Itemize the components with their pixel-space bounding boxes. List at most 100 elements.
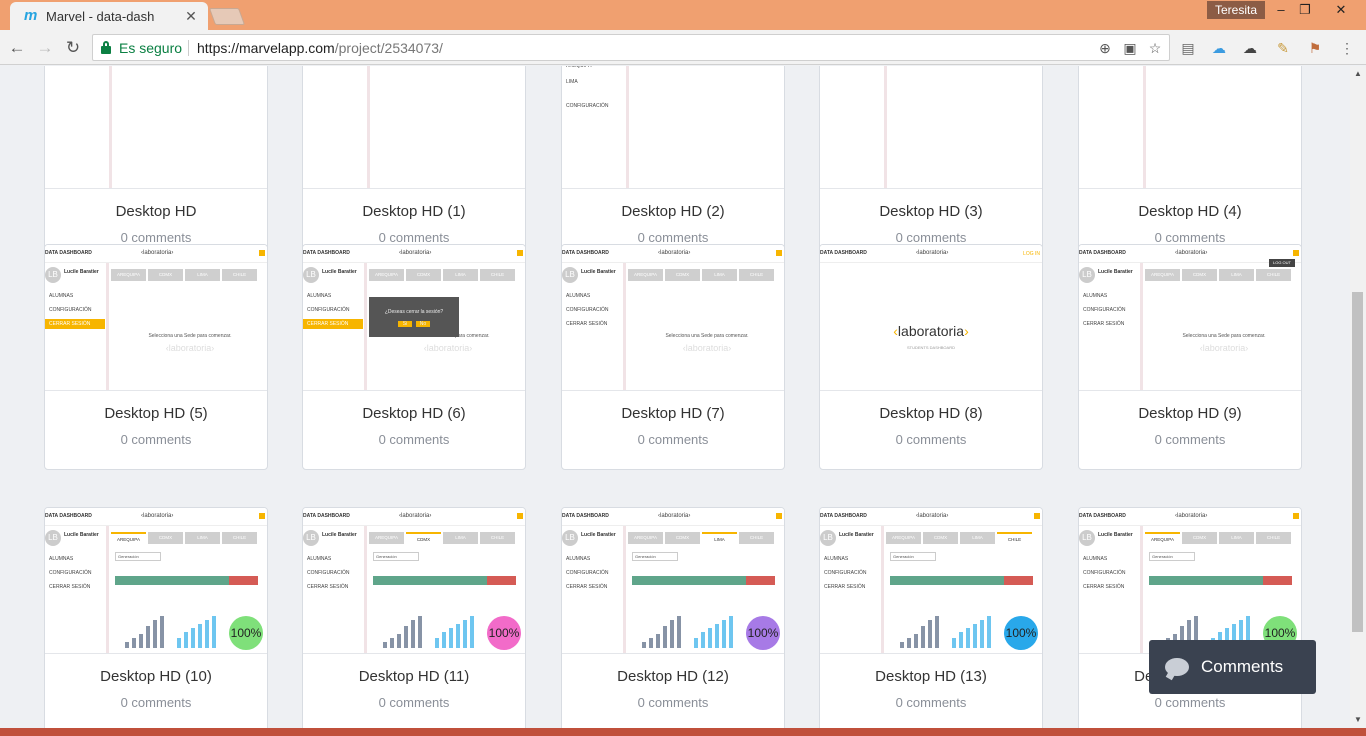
screen-thumbnail[interactable]: DATA DASHBOARD ‹laboratoria› LB Lucile Bara… (303, 245, 525, 391)
scroll-down-icon[interactable]: ▼ (1350, 712, 1366, 728)
thumb-sede-tab: CDMX (923, 532, 958, 544)
thumb-user-name: Lucile Baratier (1098, 269, 1133, 275)
extension-eyedropper-icon[interactable]: ✎ (1273, 38, 1293, 58)
screen-card[interactable]: DATA DASHBOARD ‹laboratoria› LB Lucile Bara… (1078, 507, 1302, 728)
thumb-menu-item: CERRAR SESIÓN (1083, 321, 1125, 327)
thumb-menu-item: CONFIGURACIÓN (1083, 307, 1126, 313)
screen-thumbnail[interactable]: DATA DASHBOARD ‹laboratoria› LB Lucile Bara… (562, 245, 784, 391)
screen-card[interactable]: Selecciona una Sede para comenzar.‹labor… (44, 66, 268, 268)
page-scrollbar[interactable]: ▲ ▼ (1350, 66, 1366, 728)
thumb-user-name: Lucile Baratier (839, 532, 874, 538)
screen-thumbnail[interactable]: Selecciona una Sede para comenzar.‹labor… (45, 66, 267, 189)
thumb-chart-bar (935, 616, 939, 648)
scroll-thumb[interactable] (1352, 292, 1363, 632)
close-window-button[interactable]: ✕ (1326, 0, 1356, 20)
screen-title[interactable]: Desktop HD (2) (562, 203, 784, 220)
profile-chip[interactable]: Teresita (1207, 1, 1266, 19)
thumb-sede-tab: CHILE (480, 532, 515, 544)
screen-title[interactable]: Desktop HD (7) (562, 405, 784, 422)
thumb-logout-tooltip: LOG OUT (1269, 259, 1295, 267)
thumb-sede-tab: CDMX (1182, 269, 1217, 281)
extension-flag-icon[interactable]: ⚑ (1305, 38, 1325, 58)
screen-card[interactable]: Selecciona una Sede para comenzar.‹labor… (1078, 66, 1302, 268)
thumb-logo: ‹laboratoria› (399, 250, 432, 256)
screen-card[interactable]: DATA DASHBOARD ‹laboratoria› LB Lucile Bara… (302, 507, 526, 728)
thumb-menu-item: ALUMNAS (566, 293, 591, 299)
address-bar[interactable]: Es seguro https://marvelapp.com/project/… (92, 34, 1170, 61)
screen-card[interactable]: DATA DASHBOARD ‹laboratoria› LB Lucile Bara… (819, 507, 1043, 728)
thumb-menu-icon (259, 513, 265, 519)
screen-title[interactable]: Desktop HD (3) (820, 203, 1042, 220)
thumb-dashboard-label: DATA DASHBOARD (303, 513, 350, 519)
reload-icon[interactable]: ↻ (62, 37, 84, 59)
screen-thumbnail[interactable]: DATA DASHBOARD ‹laboratoria› LB Lucile Bara… (1079, 245, 1301, 391)
screen-title[interactable]: Desktop HD (4) (1079, 203, 1301, 220)
screen-title[interactable]: Desktop HD (12) (562, 668, 784, 685)
thumb-chart-bar (418, 616, 422, 648)
screen-title[interactable]: Desktop HD (5) (45, 405, 267, 422)
screen-thumbnail[interactable]: DATA DASHBOARD ‹laboratoria› LB Lucile Bara… (820, 508, 1042, 654)
thumb-sede-tab: AREQUIPA (1145, 532, 1180, 544)
screen-title[interactable]: Desktop HD (13) (820, 668, 1042, 685)
screen-card[interactable]: DATA DASHBOARD ‹laboratoria› LB Lucile Bara… (302, 244, 526, 470)
screen-thumbnail[interactable]: Selecciona una Sede para comenzar.‹labor… (1079, 66, 1301, 189)
scroll-up-icon[interactable]: ▲ (1350, 66, 1366, 82)
thumb-chart-bar (694, 638, 698, 648)
comments-button[interactable]: Comments (1149, 640, 1316, 694)
screen-title[interactable]: Desktop HD (11) (303, 668, 525, 685)
screen-card[interactable]: Selecciona una Sede para comenzar.‹labor… (302, 66, 526, 268)
extension-cloud-icon[interactable]: ☁ (1209, 38, 1229, 58)
translate-icon[interactable]: ▣ (1121, 39, 1139, 57)
screen-title[interactable]: Desktop HD (9) (1079, 405, 1301, 422)
back-arrow-icon[interactable]: ← (6, 37, 28, 59)
screen-thumbnail[interactable]: DATA DASHBOARD ‹laboratoria› LOG IN ‹labora… (820, 245, 1042, 391)
forward-arrow-icon[interactable]: → (34, 37, 56, 59)
url-text[interactable]: https://marvelapp.com/project/2534073/ (197, 40, 443, 56)
menu-kebab-icon[interactable]: ⋮ (1337, 38, 1357, 58)
screen-card[interactable]: DATA DASHBOARD ‹laboratoria› LB Lucile Bara… (561, 244, 785, 470)
screen-title[interactable]: Desktop HD (45, 203, 267, 220)
screen-card[interactable]: DATA DASHBOARD ‹laboratoria› LB Lucile Bara… (44, 244, 268, 470)
extension-drive-icon[interactable]: ▤ (1178, 38, 1198, 58)
thumb-percent-circle: 100% (487, 616, 521, 650)
thumb-sede-tab: CHILE (222, 269, 257, 281)
screen-comment-count: 0 comments (120, 230, 192, 245)
screen-thumbnail[interactable]: AREQUIPALIMACONFIGURACIÓNSelecciona una … (562, 66, 784, 189)
screen-title[interactable]: Desktop HD (1) (303, 203, 525, 220)
screen-thumbnail[interactable]: Selecciona una Sede para comenzar.‹labor… (303, 66, 525, 189)
screen-card[interactable]: DATA DASHBOARD ‹laboratoria› LOG IN ‹labora… (819, 244, 1043, 470)
screen-card[interactable]: AREQUIPALIMACONFIGURACIÓNSelecciona una … (561, 66, 785, 268)
screen-card[interactable]: DATA DASHBOARD ‹laboratoria› LB Lucile Bara… (561, 507, 785, 728)
restore-button[interactable]: ❐ (1290, 0, 1320, 20)
thumb-watermark-logo: ‹laboratoria› (682, 343, 732, 353)
screen-thumbnail[interactable]: DATA DASHBOARD ‹laboratoria› LB Lucile Bara… (1079, 508, 1301, 654)
screen-card[interactable]: Contraseña Desktop HD (3) 0 comments (819, 66, 1043, 268)
thumb-header: DATA DASHBOARD ‹laboratoria› (562, 508, 784, 526)
new-tab-button[interactable] (208, 8, 246, 25)
bookmark-star-icon[interactable]: ☆ (1146, 39, 1164, 57)
thumb-bar-chart-blue (435, 608, 474, 648)
screen-card[interactable]: DATA DASHBOARD ‹laboratoria› LB Lucile Bara… (44, 507, 268, 728)
thumb-chart-bar (642, 642, 646, 648)
tab-close-icon[interactable]: ✕ (182, 8, 200, 25)
screen-thumbnail[interactable]: DATA DASHBOARD ‹laboratoria› LB Lucile Bara… (45, 245, 267, 391)
screen-title[interactable]: Desktop HD (6) (303, 405, 525, 422)
extension-cloud-dark-icon[interactable]: ☁ (1240, 38, 1260, 58)
screen-title[interactable]: Desktop HD (10) (45, 668, 267, 685)
screen-thumbnail[interactable]: DATA DASHBOARD ‹laboratoria› LB Lucile Bara… (562, 508, 784, 654)
screen-thumbnail[interactable]: Contraseña (820, 66, 1042, 189)
thumb-logout-dialog: ¿Deseas cerrar la sesión? Si No (369, 297, 459, 337)
screen-thumbnail[interactable]: DATA DASHBOARD ‹laboratoria› LB Lucile Bara… (303, 508, 525, 654)
zoom-icon[interactable]: ⊕ (1096, 39, 1114, 57)
screen-card[interactable]: DATA DASHBOARD ‹laboratoria› LB Lucile Bara… (1078, 244, 1302, 470)
thumb-menu-item: CONFIGURACIÓN (566, 570, 609, 576)
thumb-chart-bar (722, 620, 726, 648)
thumb-sede-tab: CHILE (480, 269, 515, 281)
screen-thumbnail[interactable]: DATA DASHBOARD ‹laboratoria› LB Lucile Bara… (45, 508, 267, 654)
thumb-chart-bar (456, 624, 460, 648)
screen-title[interactable]: Desktop HD (8) (820, 405, 1042, 422)
thumb-dashboard-label: DATA DASHBOARD (303, 250, 350, 256)
browser-tab[interactable]: m Marvel - data-dash ✕ (10, 2, 208, 30)
thumb-watermark-logo: ‹laboratoria› (423, 343, 473, 353)
secure-label: Es seguro (119, 40, 183, 56)
